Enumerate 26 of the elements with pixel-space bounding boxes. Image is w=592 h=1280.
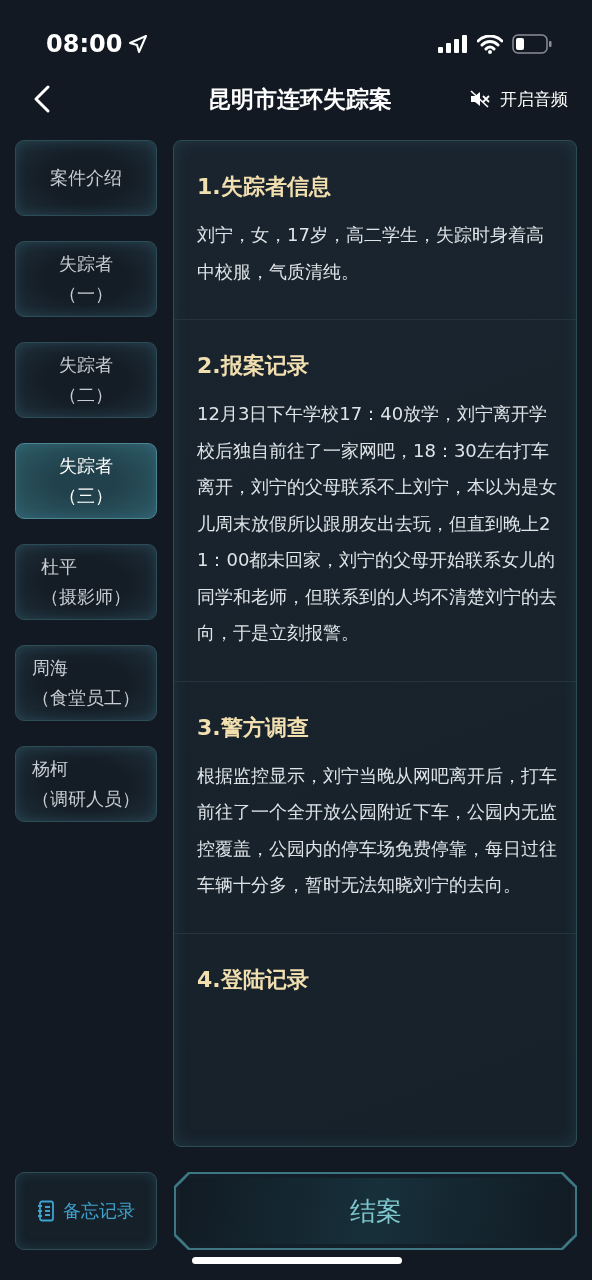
notebook-icon (37, 1200, 55, 1222)
section-heading: 2.报案记录 (197, 352, 310, 380)
section-heading: 4.登陆记录 (197, 965, 310, 994)
section-text: 12月3日下午学校17：40放学，刘宁离开学校后独自前往了一家网吧，18：30左右打车离开，刘宁的父母联系不上刘宁，本以为是女儿周末放假所以跟朋友出去玩，但直到晚上21：00都未回家，刘宁的父母开始联系女儿的同学和老师，但联系到的人均不清楚刘宁的去向，于是立刻报警。 (197, 402, 557, 645)
sidebar-tab[interactable]: 案件介绍 (15, 140, 157, 216)
back-button[interactable] (32, 84, 52, 114)
speaker-muted-icon (470, 90, 490, 108)
section-heading: 1.失踪者信息 (197, 173, 332, 201)
sidebar-tab[interactable]: 杨柯 （调研人员） (15, 746, 157, 822)
sidebar-tab[interactable]: 周海 （食堂员工） (15, 645, 157, 721)
sidebar-tab[interactable]: 失踪者 （三） (15, 443, 157, 519)
signal-icon (438, 35, 468, 53)
sidebar-tab[interactable]: 杜平 （摄影师） (15, 544, 157, 620)
close-case-button[interactable]: 结案 (174, 1172, 577, 1250)
page-title: 昆明市连环失踪案 (208, 84, 392, 114)
audio-toggle[interactable]: 开启音频 (470, 87, 568, 111)
battery-icon (512, 34, 552, 54)
section-text: 根据监控显示，刘宁当晚从网吧离开后，打车前往了一个全开放公园附近下车，公园内无监控覆盖，公园内的停车场免费停靠，每日过往车辆十分多，暂时无法知晓刘宁的去向。 (197, 763, 557, 897)
clock-time: 08:00 (46, 30, 123, 58)
memo-button[interactable]: 备忘记录 (15, 1172, 157, 1250)
section-text: 刘宁，女，17岁，高二学生，失踪时身着高中校服，气质清纯。 (197, 223, 545, 284)
section-heading: 3.警方调查 (197, 713, 310, 742)
wifi-icon (477, 34, 503, 54)
sidebar-tab[interactable]: 失踪者 （一） (15, 241, 157, 317)
sidebar-tab[interactable]: 失踪者 （二） (15, 342, 157, 418)
location-arrow-icon (128, 34, 149, 54)
